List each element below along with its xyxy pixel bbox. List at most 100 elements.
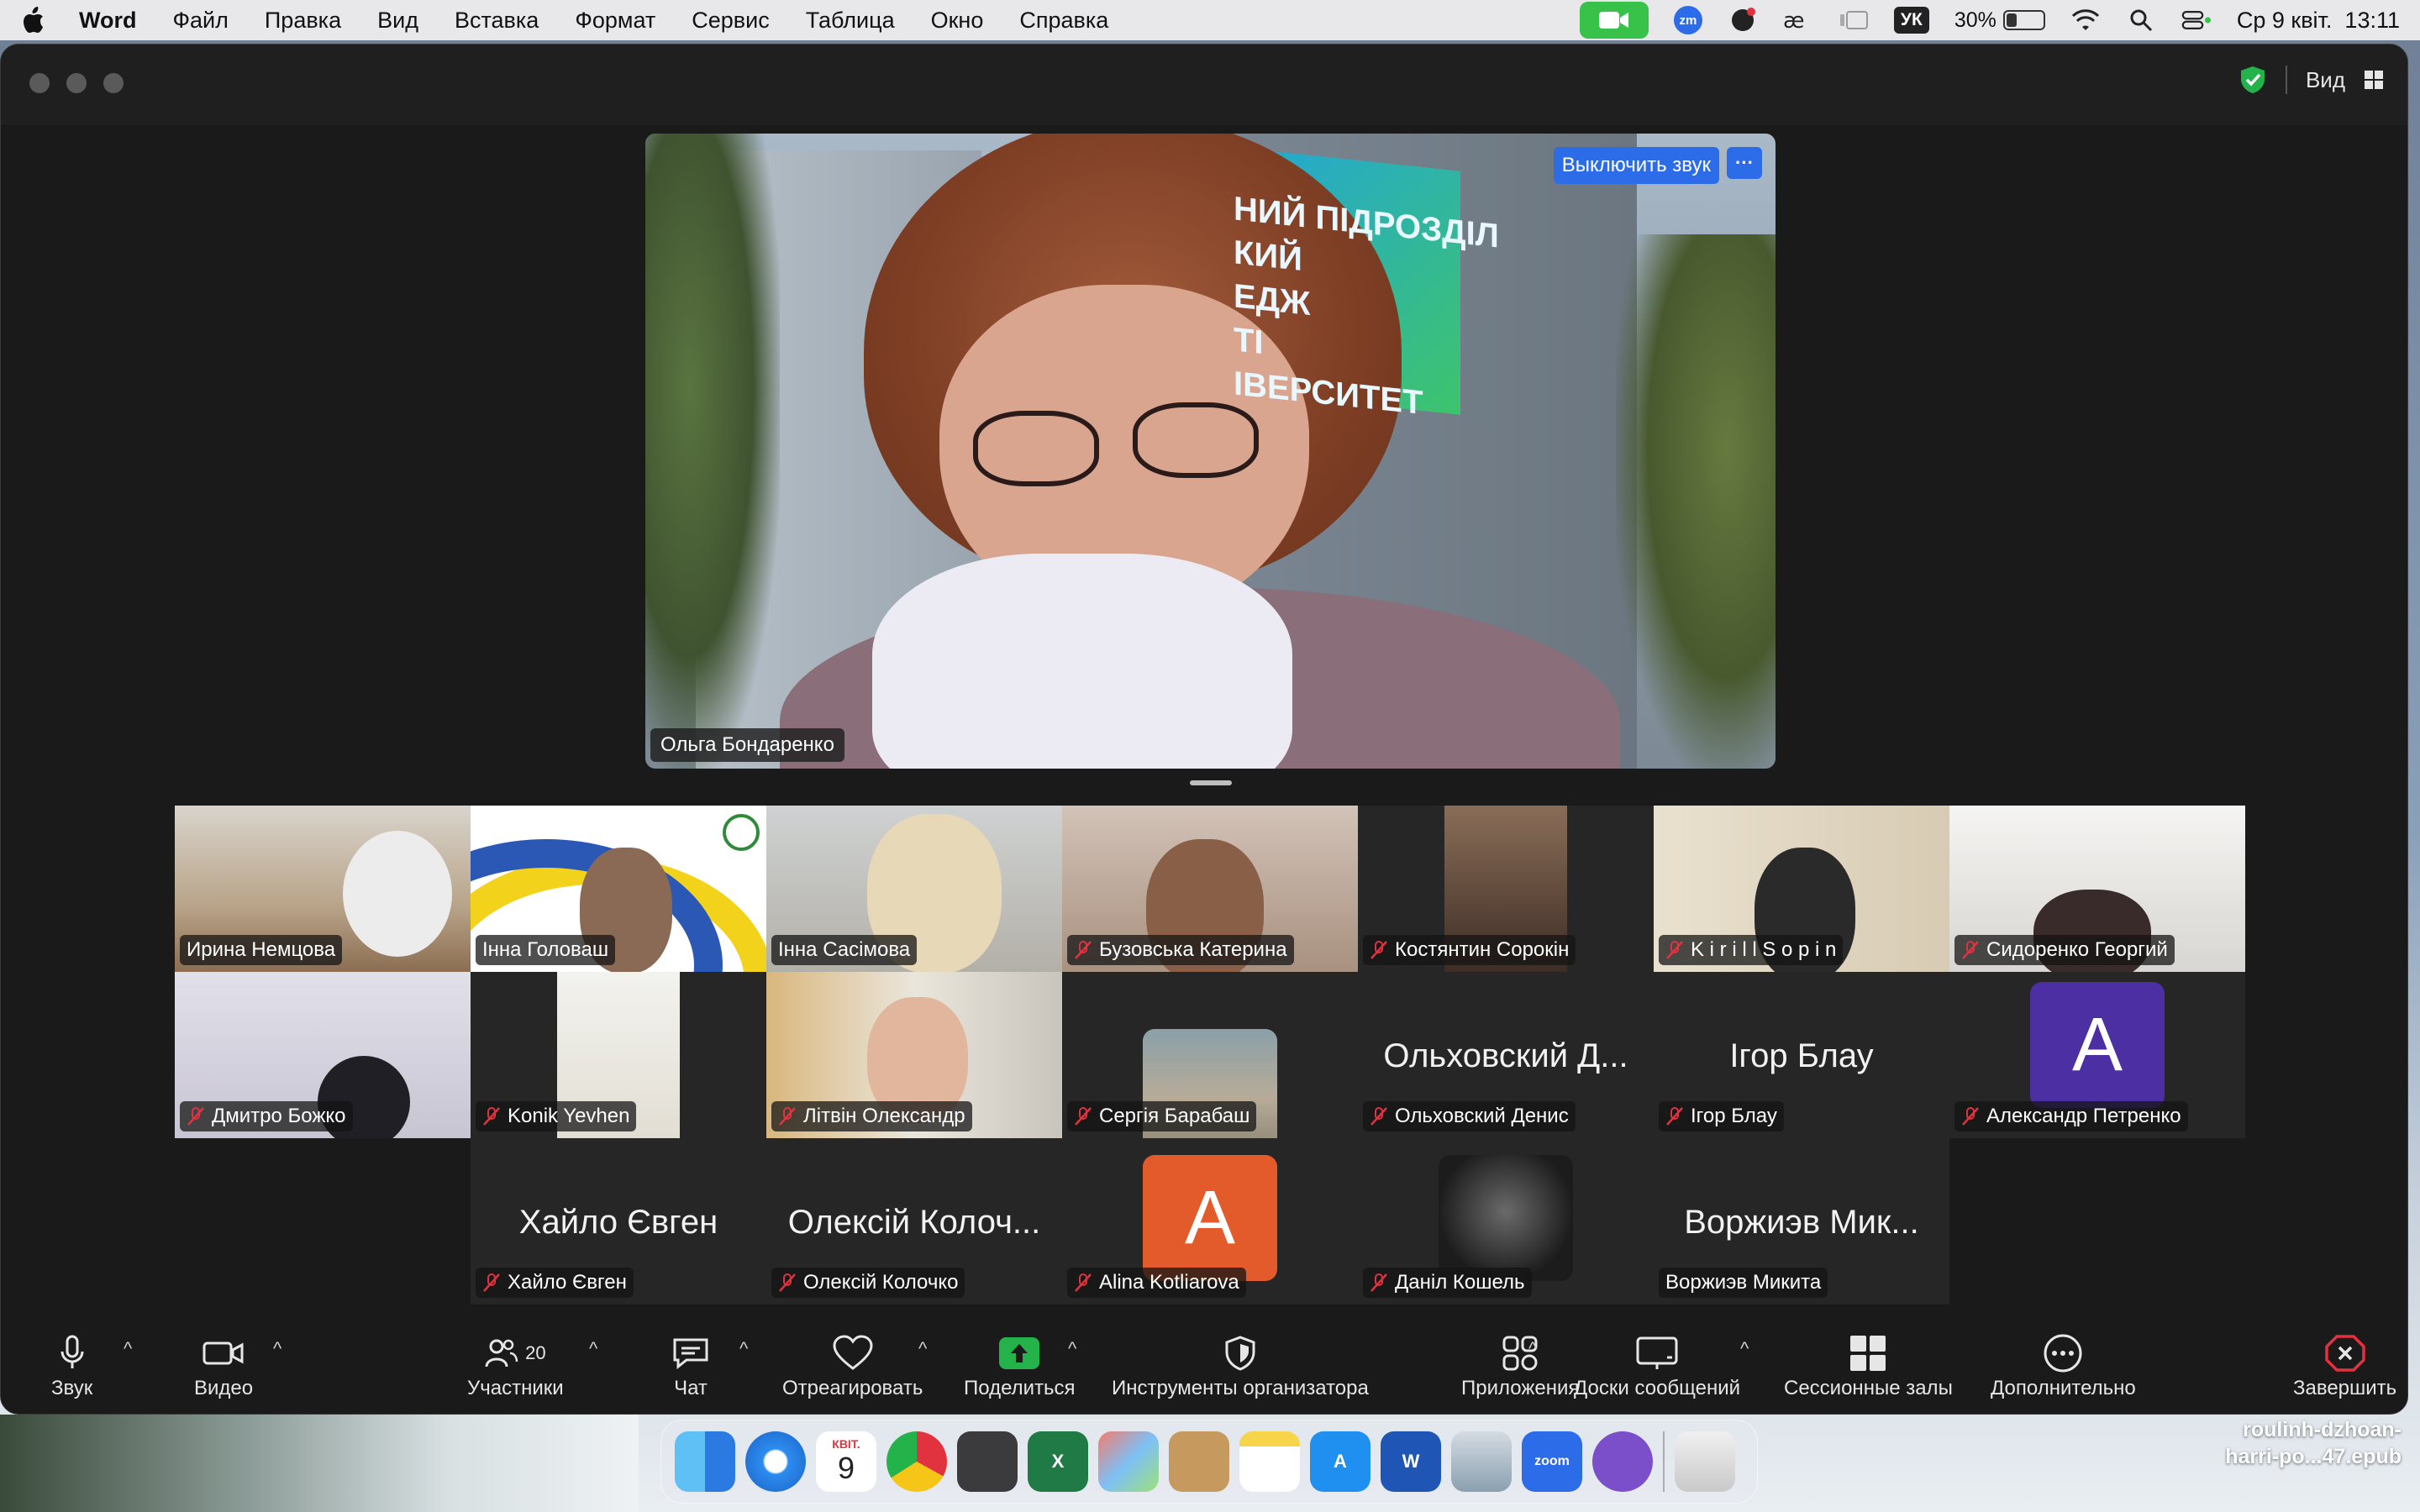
whiteboards-options-caret[interactable]: ^ <box>1740 1338 1749 1360</box>
viber-menubar-icon[interactable] <box>1728 7 1758 34</box>
app-store-icon[interactable]: A <box>1310 1431 1370 1492</box>
notes-icon[interactable] <box>1239 1431 1300 1492</box>
word-icon[interactable]: W <box>1381 1431 1441 1492</box>
share-options-caret[interactable]: ^ <box>1068 1338 1076 1360</box>
wifi-icon[interactable] <box>2070 7 2101 34</box>
video-options-caret[interactable]: ^ <box>273 1338 281 1360</box>
participant-tile[interactable]: Хайло Євген Хайло Євген <box>471 1138 766 1305</box>
participant-tile[interactable]: Олексій Колоч... Олексій Колочко <box>766 1138 1062 1305</box>
menu-file[interactable]: Файл <box>173 8 229 34</box>
mute-participant-button[interactable]: Выключить звук <box>1553 147 1719 184</box>
breakout-rooms-button[interactable]: Сессионные залы <box>1784 1330 1953 1400</box>
control-center-icon[interactable] <box>2181 7 2212 34</box>
calendar-icon[interactable]: КВІТ. 9 <box>816 1431 876 1492</box>
grid-view-icon[interactable] <box>2364 70 2384 90</box>
menu-help[interactable]: Справка <box>1019 8 1108 34</box>
participant-tile[interactable]: A Александр Петренко <box>1949 972 2245 1138</box>
muted-mic-icon <box>1075 941 1092 959</box>
participant-tile[interactable]: A Alina Kotliarova <box>1062 1138 1358 1305</box>
participants-button[interactable]: 20 Участники <box>467 1330 564 1400</box>
audio-button[interactable]: Звук <box>51 1330 92 1400</box>
participants-options-caret[interactable]: ^ <box>589 1338 597 1360</box>
participant-tile[interactable]: Інна Сасімова <box>766 806 1062 972</box>
excel-icon[interactable]: X <box>1028 1431 1088 1492</box>
safari-icon[interactable] <box>745 1431 806 1492</box>
billboard-text: НИЙ ПІДРОЗДІЛ КИЙ ЕДЖ ТІ ІВЕРСИТЕТ <box>1234 190 1499 423</box>
more-button[interactable]: Дополнительно <box>1991 1330 2136 1400</box>
chat-icon <box>673 1338 708 1370</box>
participant-name: Ольховский Денис <box>1395 1105 1569 1127</box>
react-button[interactable]: Отреагировать <box>782 1330 923 1400</box>
menu-format[interactable]: Формат <box>575 8 655 34</box>
host-tools-button[interactable]: Инструменты организатора <box>1112 1330 1369 1400</box>
participants-label: Участники <box>467 1377 564 1399</box>
participant-tile[interactable]: Літвін Олександр <box>766 972 1062 1138</box>
gallery-resize-handle[interactable] <box>1190 780 1232 785</box>
participant-tile[interactable]: Ольховский Д... Ольховский Денис <box>1358 972 1654 1138</box>
zoom-app-icon[interactable]: zoom <box>1522 1431 1582 1492</box>
share-label: Поделиться <box>964 1377 1076 1399</box>
finder-icon[interactable] <box>675 1431 735 1492</box>
participant-tile[interactable]: Інна Головаш <box>471 806 766 972</box>
trash-icon[interactable] <box>1675 1431 1735 1492</box>
react-label: Отреагировать <box>782 1377 923 1399</box>
screenshot-icon[interactable] <box>957 1431 1018 1492</box>
input-language-indicator[interactable]: УК <box>1893 7 1929 34</box>
participant-tile[interactable]: Дмитро Божко <box>175 972 471 1138</box>
encryption-shield-icon[interactable] <box>2238 65 2267 95</box>
participant-tile[interactable]: Сидоренко Георгий <box>1949 806 2245 972</box>
battery-icon <box>2002 10 2045 30</box>
video-button[interactable]: Видео <box>194 1330 253 1400</box>
end-meeting-button[interactable]: Завершить <box>2293 1330 2396 1400</box>
participant-tile[interactable]: K i r i l l S o p i n <box>1654 806 1949 972</box>
participant-name: Дмитро Божко <box>212 1105 346 1127</box>
participant-name-tag: Сергія Барабаш <box>1067 1101 1257 1131</box>
close-window-button[interactable] <box>29 73 50 93</box>
menu-tools[interactable]: Сервис <box>692 8 769 34</box>
spotlight-search-icon[interactable] <box>2126 7 2156 34</box>
participant-name-tag: Ольховский Денис <box>1363 1101 1576 1131</box>
apple-icon[interactable] <box>20 6 45 34</box>
menu-view[interactable]: Вид <box>377 8 418 34</box>
participant-more-button[interactable]: ··· <box>1727 147 1762 179</box>
participant-tile[interactable]: Бузовська Катерина <box>1062 806 1358 972</box>
viber-icon[interactable] <box>1592 1431 1653 1492</box>
fullscreen-window-button[interactable] <box>103 73 124 93</box>
menu-window[interactable]: Окно <box>931 8 984 34</box>
participant-tile[interactable]: Сергія Барабаш <box>1062 972 1358 1138</box>
participant-tile[interactable]: Konik Yevhen <box>471 972 766 1138</box>
participant-tile[interactable]: Воржиэв Мик... Воржиэв Микита <box>1654 1138 1949 1305</box>
launchpad-icon[interactable] <box>1098 1431 1159 1492</box>
ae-menubar-icon[interactable]: æ <box>1783 7 1813 34</box>
menu-table[interactable]: Таблица <box>806 8 895 34</box>
preview-icon[interactable] <box>1451 1431 1512 1492</box>
stage-manager-icon[interactable] <box>1839 7 1869 34</box>
menubar-clock[interactable]: Ср 9 квіт. 13:11 <box>2237 8 2400 34</box>
menu-insert[interactable]: Вставка <box>455 8 539 34</box>
apps-button[interactable]: Приложения <box>1461 1330 1579 1400</box>
apps-options-caret[interactable]: ^ <box>1528 1338 1537 1360</box>
macos-menubar: Word Файл Правка Вид Вставка Формат Серв… <box>0 0 2420 40</box>
participant-tile[interactable]: Костянтин Сорокін <box>1358 806 1654 972</box>
zoom-camera-status-icon[interactable] <box>1579 2 1649 39</box>
share-screen-button[interactable]: Поделиться <box>964 1330 1076 1400</box>
view-button[interactable]: Вид <box>2306 67 2345 93</box>
contacts-icon[interactable] <box>1169 1431 1229 1492</box>
desktop-epub-file[interactable]: roulinh-dzhoan- harri-po...47.epub <box>2225 1416 2402 1470</box>
battery-indicator[interactable]: 30% <box>1954 8 2045 33</box>
chat-button[interactable]: Чат <box>671 1330 710 1400</box>
chrome-icon[interactable] <box>886 1431 947 1492</box>
active-speaker-video[interactable]: НИЙ ПІДРОЗДІЛ КИЙ ЕДЖ ТІ ІВЕРСИТЕТ Выклю… <box>645 134 1776 769</box>
whiteboards-button[interactable]: Доски сообщений <box>1574 1330 1740 1400</box>
participant-name: Хайло Євген <box>508 1271 627 1294</box>
participant-tile[interactable]: Ігор Блау Ігор Блау <box>1654 972 1949 1138</box>
menu-app-name[interactable]: Word <box>79 8 137 34</box>
participant-tile[interactable]: Даніл Кошель <box>1358 1138 1654 1305</box>
menu-edit[interactable]: Правка <box>265 8 341 34</box>
react-options-caret[interactable]: ^ <box>918 1338 927 1360</box>
minimize-window-button[interactable] <box>66 73 87 93</box>
participant-tile[interactable]: Ирина Немцова <box>175 806 471 972</box>
zoom-menubar-icon[interactable]: zm <box>1673 6 1702 34</box>
audio-options-caret[interactable]: ^ <box>124 1338 132 1360</box>
chat-options-caret[interactable]: ^ <box>739 1338 748 1360</box>
